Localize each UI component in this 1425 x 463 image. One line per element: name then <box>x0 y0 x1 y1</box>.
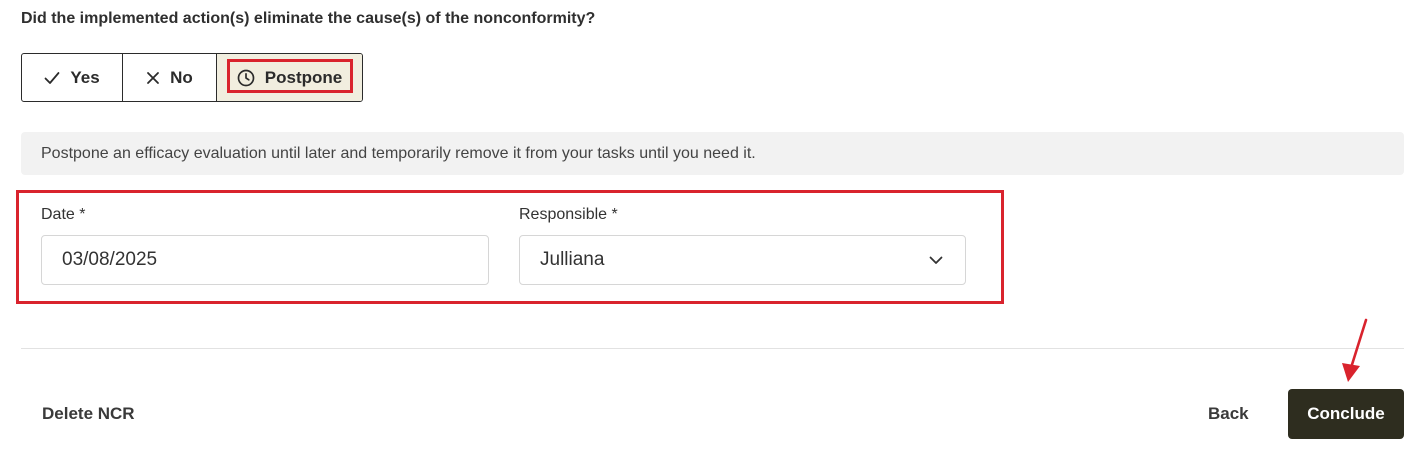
no-option-label: No <box>170 67 193 87</box>
clock-icon <box>237 69 255 87</box>
responsible-field-label: Responsible * <box>519 206 618 223</box>
x-icon <box>146 71 160 85</box>
responsible-select-value: Julliana <box>540 249 605 270</box>
check-icon <box>44 71 60 85</box>
postpone-option-label: Postpone <box>264 67 343 87</box>
annotation-arrow-icon <box>1330 316 1370 391</box>
no-option-button[interactable]: No <box>122 54 216 101</box>
postpone-evaluation-panel: Did the implemented action(s) eliminate … <box>0 0 1425 463</box>
chevron-down-icon <box>929 249 943 271</box>
postpone-option-button[interactable]: Postpone <box>216 54 362 101</box>
back-button[interactable]: Back <box>1208 404 1249 424</box>
yes-option-button[interactable]: Yes <box>22 54 122 101</box>
yes-option-label: Yes <box>70 67 100 87</box>
responsible-select[interactable]: Julliana <box>519 235 966 285</box>
date-field-label: Date * <box>41 206 86 223</box>
conclude-button[interactable]: Conclude <box>1288 389 1404 439</box>
date-input[interactable]: 03/08/2025 <box>41 235 489 285</box>
info-banner: Postpone an efficacy evaluation until la… <box>21 132 1404 175</box>
footer-divider <box>21 348 1404 349</box>
answer-segmented-control: Yes No Postpone <box>21 53 363 102</box>
date-input-value: 03/08/2025 <box>62 249 158 270</box>
conclude-button-label: Conclude <box>1307 404 1385 423</box>
delete-ncr-button[interactable]: Delete NCR <box>42 404 135 424</box>
info-banner-text: Postpone an efficacy evaluation until la… <box>41 144 756 162</box>
question-text: Did the implemented action(s) eliminate … <box>21 10 596 27</box>
